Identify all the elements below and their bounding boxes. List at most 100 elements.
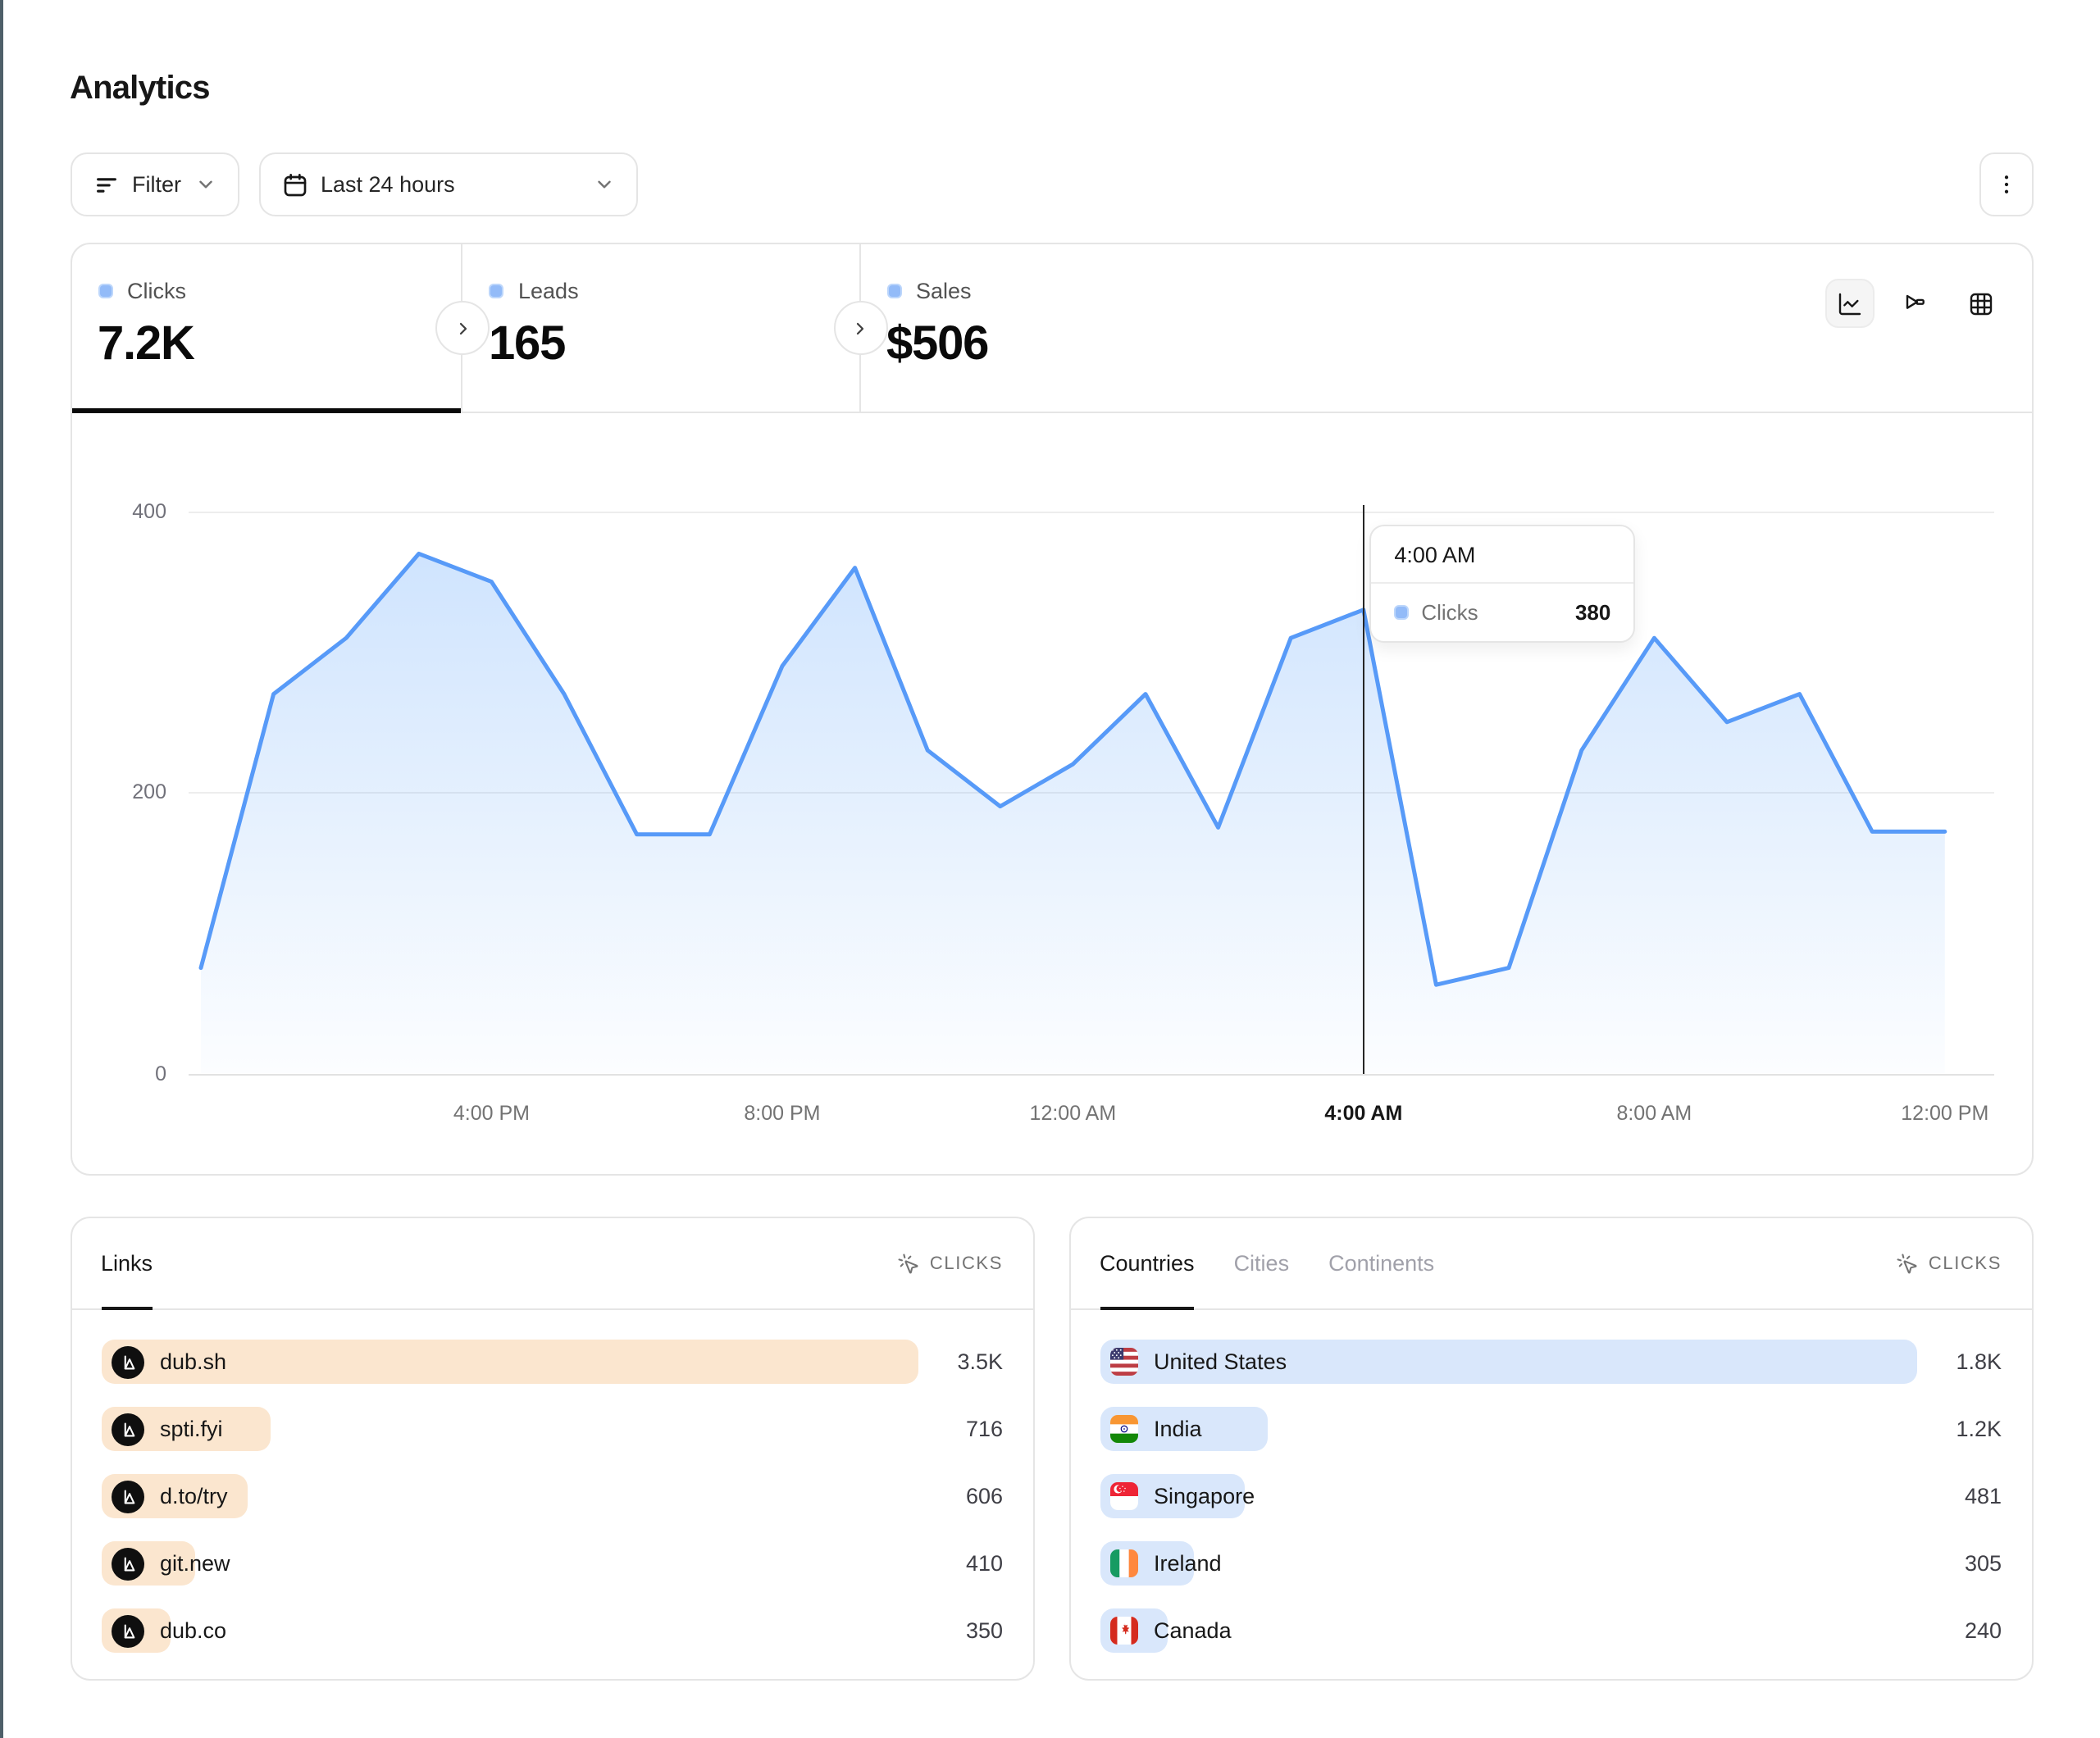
grid-table-icon: [1967, 289, 1993, 317]
row-value: 3.5K: [957, 1349, 1003, 1374]
stat-value-clicks: 7.2K: [98, 318, 435, 372]
cursor-click-icon: [1896, 1252, 1919, 1275]
chart-tooltip: 4:00 AM Clicks 380: [1369, 525, 1635, 643]
links-list: dub.sh 3.5K spti.fyi 716 d.to/try 606 gi…: [71, 1310, 1032, 1653]
x-axis-tick-label: 4:00 AM: [1324, 1102, 1402, 1125]
y-axis-tick-label: 200: [75, 781, 166, 804]
links-metric-label: CLICKS: [930, 1253, 1003, 1273]
stat-value-leads: 165: [489, 318, 832, 372]
list-item[interactable]: United States 1.8K: [1100, 1340, 2002, 1384]
chevron-down-icon: [593, 174, 614, 195]
list-item[interactable]: India 1.2K: [1100, 1407, 2002, 1451]
tab-clicks[interactable]: Clicks 7.2K: [71, 244, 462, 412]
chevron-down-icon: [194, 174, 216, 195]
y-axis-tick-label: 0: [75, 1062, 166, 1085]
sales-legend-square: [886, 284, 901, 298]
analytics-page: Analytics Filter Last 24 hours Clicks: [0, 0, 2100, 1738]
area-chart: [197, 505, 1949, 1073]
ie-flag-icon: [1109, 1549, 1137, 1577]
funnel-icon: [1902, 289, 1928, 317]
tab-countries[interactable]: Countries: [1100, 1218, 1195, 1308]
calendar-icon: [281, 171, 307, 198]
list-item[interactable]: dub.sh 3.5K: [101, 1340, 1003, 1384]
list-item[interactable]: Singapore 481: [1100, 1474, 2002, 1518]
y-axis-tick-label: 400: [75, 500, 166, 523]
row-value: 410: [966, 1551, 1003, 1576]
chart-view-toggles: [1824, 279, 2005, 328]
line-chart-view-button[interactable]: [1824, 279, 1874, 328]
row-value: 305: [1965, 1551, 2002, 1576]
analytics-card: Clicks 7.2K Leads 165 Sales $506: [70, 243, 2033, 1176]
countries-metric-label: CLICKS: [1929, 1253, 2002, 1273]
kebab-menu-icon: [1993, 172, 2018, 197]
row-value: 716: [966, 1417, 1003, 1441]
expand-leads-button[interactable]: [435, 301, 490, 355]
dub-logo-icon: [111, 1614, 143, 1647]
row-label: Singapore: [1154, 1484, 1255, 1508]
filter-button[interactable]: Filter: [70, 152, 239, 216]
x-axis-tick-label: 12:00 AM: [1030, 1102, 1117, 1125]
tab-leads[interactable]: Leads 165: [462, 244, 860, 412]
row-value: 606: [966, 1484, 1003, 1508]
tab-links[interactable]: Links: [101, 1218, 153, 1308]
line-chart-icon: [1836, 289, 1862, 317]
x-axis-tick-label: 8:00 AM: [1616, 1102, 1692, 1125]
funnel-view-button[interactable]: [1890, 279, 1939, 328]
row-label: Canada: [1154, 1618, 1232, 1643]
countries-panel: Countries Cities Continents CLICKS Unite…: [1068, 1217, 2033, 1681]
row-label: git.new: [160, 1551, 230, 1576]
filter-icon: [93, 171, 119, 198]
ca-flag-icon: [1109, 1617, 1137, 1645]
stat-label: Leads: [518, 279, 579, 303]
list-item[interactable]: d.to/try 606: [101, 1474, 1003, 1518]
links-panel: Links CLICKS dub.sh 3.5K spti.fyi 716: [70, 1217, 1034, 1681]
clicks-time-series-chart[interactable]: 4:00 AM Clicks 380 0 200 400 4:00 PM 8:00 PM…: [71, 413, 2031, 1174]
gridline: [189, 1073, 1993, 1075]
x-axis-tick-label: 8:00 PM: [744, 1102, 820, 1125]
row-label: Ireland: [1154, 1551, 1222, 1576]
sg-flag-icon: [1109, 1482, 1137, 1510]
chevron-right-icon: [453, 318, 472, 338]
row-label: d.to/try: [160, 1484, 228, 1508]
list-item[interactable]: Ireland 305: [1100, 1541, 2002, 1586]
chart-area-fill: [201, 553, 1945, 1073]
row-label: spti.fyi: [160, 1417, 223, 1441]
tab-sales[interactable]: Sales $506: [860, 244, 2031, 412]
filter-button-label: Filter: [132, 172, 181, 197]
row-value: 1.8K: [1956, 1349, 2002, 1374]
tab-cities[interactable]: Cities: [1234, 1218, 1290, 1308]
leads-legend-square: [489, 284, 503, 298]
stat-label: Sales: [916, 279, 972, 303]
stats-tabs: Clicks 7.2K Leads 165 Sales $506: [71, 244, 2031, 413]
toolbar: Filter Last 24 hours: [70, 152, 2033, 216]
x-axis-tick-label: 4:00 PM: [453, 1102, 530, 1125]
dub-logo-icon: [111, 1547, 143, 1580]
window-edge: [0, 0, 2, 1738]
tooltip-series-label: Clicks: [1421, 600, 1478, 625]
date-range-button[interactable]: Last 24 hours: [258, 152, 637, 216]
row-label: dub.sh: [160, 1349, 226, 1374]
countries-metric-selector[interactable]: CLICKS: [1896, 1252, 2002, 1275]
tooltip-value: 380: [1575, 600, 1610, 625]
list-item[interactable]: git.new 410: [101, 1541, 1003, 1586]
list-item[interactable]: spti.fyi 716: [101, 1407, 1003, 1451]
row-value: 481: [1965, 1484, 2002, 1508]
clicks-legend-square: [98, 284, 112, 298]
list-item[interactable]: Canada 240: [1100, 1608, 2002, 1653]
chart-crosshair: [1362, 505, 1364, 1073]
cursor-click-icon: [897, 1252, 920, 1275]
row-label: United States: [1154, 1349, 1287, 1374]
tooltip-legend-square: [1394, 606, 1408, 620]
expand-sales-button[interactable]: [833, 301, 887, 355]
list-item[interactable]: dub.co 350: [101, 1608, 1003, 1653]
dub-logo-icon: [111, 1480, 143, 1513]
x-axis-tick-label: 12:00 PM: [1901, 1102, 1988, 1125]
table-view-button[interactable]: [1956, 279, 2005, 328]
row-value: 240: [1965, 1618, 2002, 1643]
countries-list: United States 1.8K India 1.2K Singapore …: [1070, 1310, 2031, 1653]
tab-continents[interactable]: Continents: [1328, 1218, 1434, 1308]
us-flag-icon: [1109, 1348, 1137, 1376]
row-value: 350: [966, 1618, 1003, 1643]
links-metric-selector[interactable]: CLICKS: [897, 1252, 1003, 1275]
more-options-button[interactable]: [1979, 152, 2033, 216]
